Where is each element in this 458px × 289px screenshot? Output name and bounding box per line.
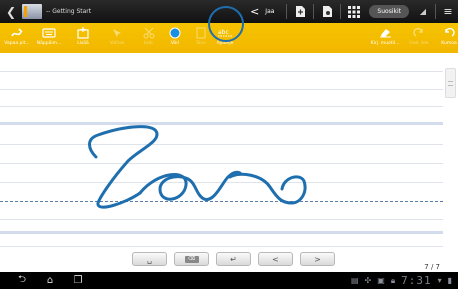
share-icon: < bbox=[250, 5, 260, 18]
tool-label: Ajoohje bbox=[216, 41, 234, 46]
color-icon bbox=[169, 25, 181, 40]
clock: 7:31 bbox=[401, 274, 432, 287]
tool-label: Vapaa pit... bbox=[4, 41, 30, 46]
tool-label: Väri bbox=[170, 41, 180, 46]
tool-eraser[interactable]: Kirj. muotil... bbox=[370, 25, 400, 51]
next-key[interactable]: > bbox=[300, 252, 335, 266]
share-button[interactable]: < Jaa bbox=[250, 5, 274, 18]
tool-label: Lisää bbox=[77, 41, 89, 46]
tool-baseline[interactable]: abc Ajoohje bbox=[212, 25, 238, 51]
tool-label: Sivu bbox=[196, 41, 206, 46]
baseline-icon: abc bbox=[217, 25, 233, 40]
grid-view-icon[interactable] bbox=[345, 4, 363, 19]
chevron-right-icon: > bbox=[314, 254, 321, 264]
tool-label: Valitse bbox=[109, 41, 125, 46]
redo-icon bbox=[413, 25, 425, 40]
tool-label: Uud. tee bbox=[409, 41, 429, 46]
share-label: Jaa bbox=[265, 8, 275, 15]
input-keys: ␣ ⌫ ↵ < > bbox=[132, 252, 335, 266]
system-nav-bar: ⮌ ⌂ ❐ ▤ ✣ ▣ 🔒︎ 7:31 ▾ ▮ bbox=[0, 272, 458, 289]
backspace-icon: ⌫ bbox=[184, 255, 199, 263]
chevron-left-icon: < bbox=[272, 254, 279, 264]
overflow-menu-icon[interactable]: ≡ bbox=[440, 5, 456, 18]
tool-color[interactable]: Väri bbox=[162, 25, 188, 51]
back-nav-icon[interactable]: ⮌ bbox=[8, 272, 36, 289]
divider bbox=[340, 4, 342, 19]
battery-icon: ▮ bbox=[447, 276, 452, 285]
tool-page[interactable]: Sivu bbox=[188, 25, 214, 51]
favorites-button[interactable]: Suosikit bbox=[369, 5, 409, 18]
tool-label: Kumoa bbox=[441, 41, 457, 46]
eraser-icon bbox=[379, 25, 392, 40]
divider bbox=[286, 4, 288, 19]
screenshot-icon: ▣ bbox=[377, 276, 385, 285]
insert-icon bbox=[77, 25, 89, 40]
status-area: ▤ ✣ ▣ 🔒︎ 7:31 ▾ ▮ bbox=[351, 272, 452, 289]
home-nav-icon[interactable]: ⌂ bbox=[36, 275, 64, 286]
page-settings-icon[interactable] bbox=[318, 4, 336, 19]
backspace-key[interactable]: ⌫ bbox=[174, 252, 209, 266]
page-scroll-handle[interactable] bbox=[445, 68, 456, 98]
space-key[interactable]: ␣ bbox=[132, 252, 167, 266]
enter-icon: ↵ bbox=[230, 254, 237, 264]
keyboard-icon bbox=[42, 25, 56, 40]
tool-insert[interactable]: Lisää bbox=[70, 25, 96, 51]
tool-cut[interactable]: Leik. bbox=[136, 25, 162, 51]
add-page-icon[interactable] bbox=[291, 4, 309, 19]
tool-select[interactable]: Valitse bbox=[104, 25, 130, 51]
signal-icon: ◢ bbox=[419, 7, 427, 16]
space-icon: ␣ bbox=[146, 254, 153, 264]
page-icon bbox=[196, 25, 206, 40]
tool-label: Kirj. muotil... bbox=[370, 41, 400, 46]
notebook-icon[interactable] bbox=[22, 4, 42, 19]
tool-hand-pen[interactable]: Vapaa pit... bbox=[4, 25, 30, 51]
divider bbox=[313, 4, 315, 19]
lock-icon: 🔒︎ bbox=[390, 275, 396, 285]
tool-label: Näppäim... bbox=[36, 41, 62, 46]
notification-icon: ▤ bbox=[350, 276, 359, 285]
undo-icon bbox=[443, 25, 455, 40]
page-indicator: 7 / 7 bbox=[424, 263, 440, 271]
tool-label: Leik. bbox=[143, 41, 155, 46]
select-icon bbox=[111, 25, 123, 40]
cut-icon bbox=[143, 25, 155, 40]
recent-apps-icon[interactable]: ❐ bbox=[64, 275, 92, 286]
handwriting-love bbox=[88, 125, 307, 209]
title-bar: ❮ -- Getting Start < Jaa Suosikit ◢ ≡ bbox=[0, 0, 458, 23]
back-icon[interactable]: ❮ bbox=[4, 5, 18, 19]
previous-key[interactable]: < bbox=[258, 252, 293, 266]
svg-text:abc: abc bbox=[218, 29, 229, 36]
tool-redo[interactable]: Uud. tee bbox=[406, 25, 432, 51]
tool-undo[interactable]: Kumoa bbox=[436, 25, 458, 51]
notebook-title: -- Getting Start bbox=[46, 8, 92, 15]
hand-pen-icon bbox=[10, 25, 24, 40]
divider bbox=[435, 4, 436, 19]
note-page[interactable]: ␣ ⌫ ↵ < > 7 / 7 bbox=[0, 53, 458, 272]
wifi-icon: ▾ bbox=[437, 276, 442, 285]
tool-keyboard[interactable]: Näppäim... bbox=[36, 25, 62, 51]
enter-key[interactable]: ↵ bbox=[216, 252, 251, 266]
usb-icon: ✣ bbox=[364, 276, 372, 285]
pen-toolbar: Vapaa pit... Näppäim... Lisää Valitse Leik. V… bbox=[0, 23, 458, 53]
title-bar-actions: < Jaa Suosikit ◢ ≡ bbox=[250, 0, 456, 23]
